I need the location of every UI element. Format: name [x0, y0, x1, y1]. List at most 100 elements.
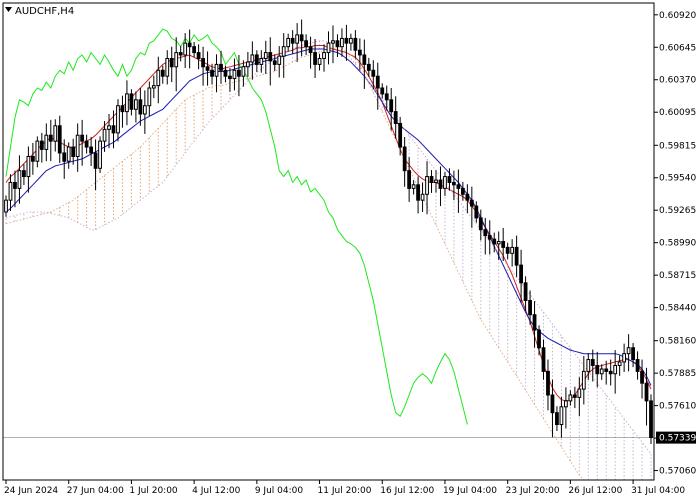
candle-body-down: [465, 193, 470, 201]
candle-body-up: [510, 246, 515, 254]
candle-body-down: [604, 368, 609, 372]
candle-body-down: [22, 170, 26, 178]
candle-body-up: [331, 40, 335, 44]
candle-body-up: [250, 54, 255, 63]
candle-body-up: [125, 93, 129, 113]
candle-body-down: [169, 57, 174, 68]
candle-body-down: [192, 46, 197, 54]
candle-body-down: [519, 264, 523, 284]
candle-body-up: [102, 128, 107, 142]
candle-body-down: [590, 359, 595, 366]
candle-body-down: [523, 282, 528, 302]
candle-body-down: [366, 63, 371, 71]
candle-body-up: [434, 179, 438, 183]
candle-body-down: [555, 412, 559, 426]
candle-body-down: [384, 93, 389, 101]
candle-body-down: [537, 329, 541, 349]
y-tick-label: 0.58990: [659, 239, 696, 249]
candle-body-down: [210, 69, 214, 77]
candle-body-up: [35, 140, 40, 162]
candle-body-up: [151, 85, 156, 89]
candle-body-down: [398, 122, 403, 148]
x-tick-label: 9 Jul 04:00: [255, 486, 304, 496]
y-tick-label: 0.58715: [659, 271, 696, 281]
y-tick-label: 0.57060: [659, 467, 696, 477]
candle-body-up: [568, 394, 573, 402]
candle-body-down: [393, 111, 398, 124]
candle-body-down: [308, 46, 313, 54]
y-tick-label: 0.60370: [659, 76, 696, 86]
candle-body-down: [429, 176, 434, 183]
candle-body-up: [317, 57, 322, 65]
candle-body-down: [595, 364, 600, 375]
x-tick-label: 24 Jun 2024: [4, 486, 58, 496]
y-tick-label: 0.59265: [659, 206, 696, 216]
candle-body-down: [344, 37, 349, 44]
candle-body-up: [66, 146, 71, 162]
current-price-label-text: 0.57339: [659, 434, 696, 444]
candle-body-up: [286, 37, 291, 48]
candle-body-down: [111, 125, 116, 134]
candle-body-down: [528, 300, 532, 316]
candle-body-up: [116, 105, 120, 134]
candle-body-down: [438, 179, 443, 189]
candle-body-up: [340, 37, 344, 48]
candle-body-down: [290, 37, 295, 44]
candle-body-down: [196, 52, 201, 59]
candle-body-down: [649, 400, 653, 438]
candle-body-down: [254, 54, 259, 65]
candle-body-up: [183, 42, 188, 56]
candle-body-up: [263, 52, 268, 59]
candle-body-up: [577, 388, 582, 398]
candle-body-down: [313, 52, 317, 65]
candle-body-down: [299, 34, 304, 42]
candle-body-down: [335, 40, 340, 48]
y-tick-label: 0.60920: [659, 11, 696, 21]
candle-body-up: [586, 359, 591, 372]
candle-body-up: [425, 176, 429, 195]
candle-body-up: [75, 134, 80, 157]
candle-body-up: [8, 181, 13, 201]
candle-body-down: [469, 199, 474, 207]
candle-body-down: [187, 42, 192, 48]
candle-body-up: [17, 170, 22, 189]
candle-body-down: [268, 52, 273, 62]
candle-body-up: [107, 125, 111, 130]
candle-body-up: [134, 99, 138, 110]
y-tick-label: 0.60095: [659, 108, 696, 118]
candle-body-up: [496, 241, 501, 245]
candle-body-down: [237, 69, 241, 77]
y-tick-label: 0.59540: [659, 174, 696, 184]
candle-body-up: [245, 61, 250, 68]
candle-body-down: [304, 40, 308, 48]
candle-body-down: [474, 205, 479, 219]
candle-body-down: [62, 152, 67, 162]
candle-body-up: [26, 155, 31, 178]
candle-body-up: [241, 66, 246, 77]
candle-body-up: [53, 125, 58, 142]
candle-body-down: [407, 170, 412, 189]
candle-body-down: [460, 187, 465, 195]
candle-body-up: [281, 46, 286, 57]
candle-body-down: [456, 184, 461, 189]
candle-body-down: [532, 314, 537, 331]
candle-body-down: [223, 69, 228, 77]
candle-body-down: [120, 105, 125, 113]
candle-body-up: [4, 199, 8, 213]
candle-body-up: [232, 69, 237, 80]
candle-body-up: [626, 347, 631, 355]
candle-body-up: [214, 63, 219, 77]
candle-body-down: [635, 359, 640, 372]
ichimoku-chart: 0.60920 0.60645 0.60370 0.60095 0.59815 0.595…: [0, 0, 700, 500]
candle-body-down: [501, 241, 506, 248]
chart-background: [0, 0, 700, 500]
candle-body-up: [443, 176, 447, 189]
candle-body-up: [617, 361, 622, 366]
candle-body-down: [362, 54, 367, 65]
x-tick-label: 26 Jul 12:00: [568, 486, 622, 496]
candle-body-down: [48, 134, 53, 142]
candle-body-down: [272, 60, 277, 65]
candle-body-up: [564, 400, 568, 408]
candle-body-down: [178, 52, 183, 56]
candle-body-down: [228, 75, 232, 80]
